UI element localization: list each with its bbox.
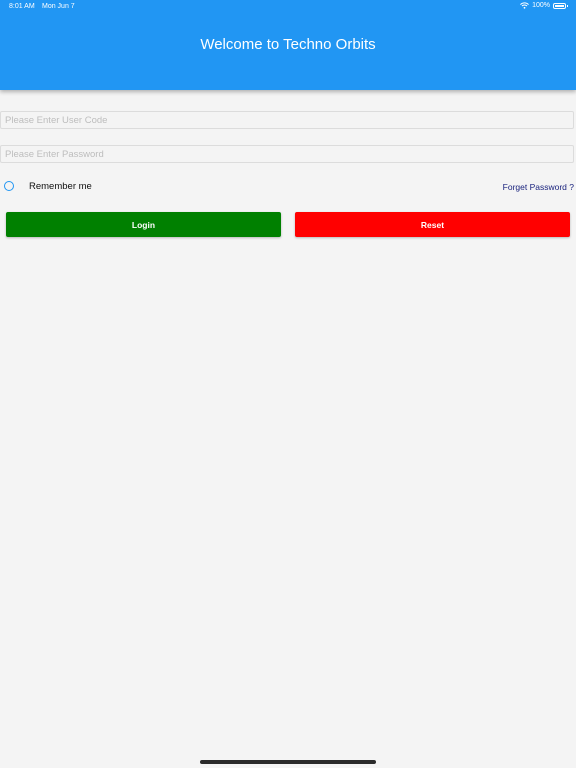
forgot-password-link[interactable]: Forget Password ?: [503, 182, 574, 192]
status-time: 8:01 AM: [9, 3, 35, 10]
home-indicator[interactable]: [200, 760, 376, 764]
status-indicators: 100%: [520, 2, 568, 9]
battery-icon: [553, 2, 568, 9]
login-button[interactable]: Login: [6, 212, 281, 237]
page-title: Welcome to Techno Orbits: [200, 36, 376, 53]
status-date: Mon Jun 7: [42, 3, 75, 10]
remember-me-radio[interactable]: [4, 181, 14, 191]
status-bar: 8:01 AM Mon Jun 7 100%: [0, 0, 576, 14]
reset-button-label: Reset: [420, 219, 445, 230]
user-code-input[interactable]: [0, 111, 574, 129]
reset-button[interactable]: Reset: [295, 212, 570, 237]
wifi-icon: [520, 2, 529, 9]
remember-me-label[interactable]: Remember me: [29, 181, 92, 192]
app-header: 8:01 AM Mon Jun 7 100% Welcome to Techno…: [0, 0, 576, 90]
battery-percentage: 100%: [532, 2, 550, 9]
password-input[interactable]: [0, 145, 574, 163]
login-button-label: Login: [131, 219, 156, 230]
